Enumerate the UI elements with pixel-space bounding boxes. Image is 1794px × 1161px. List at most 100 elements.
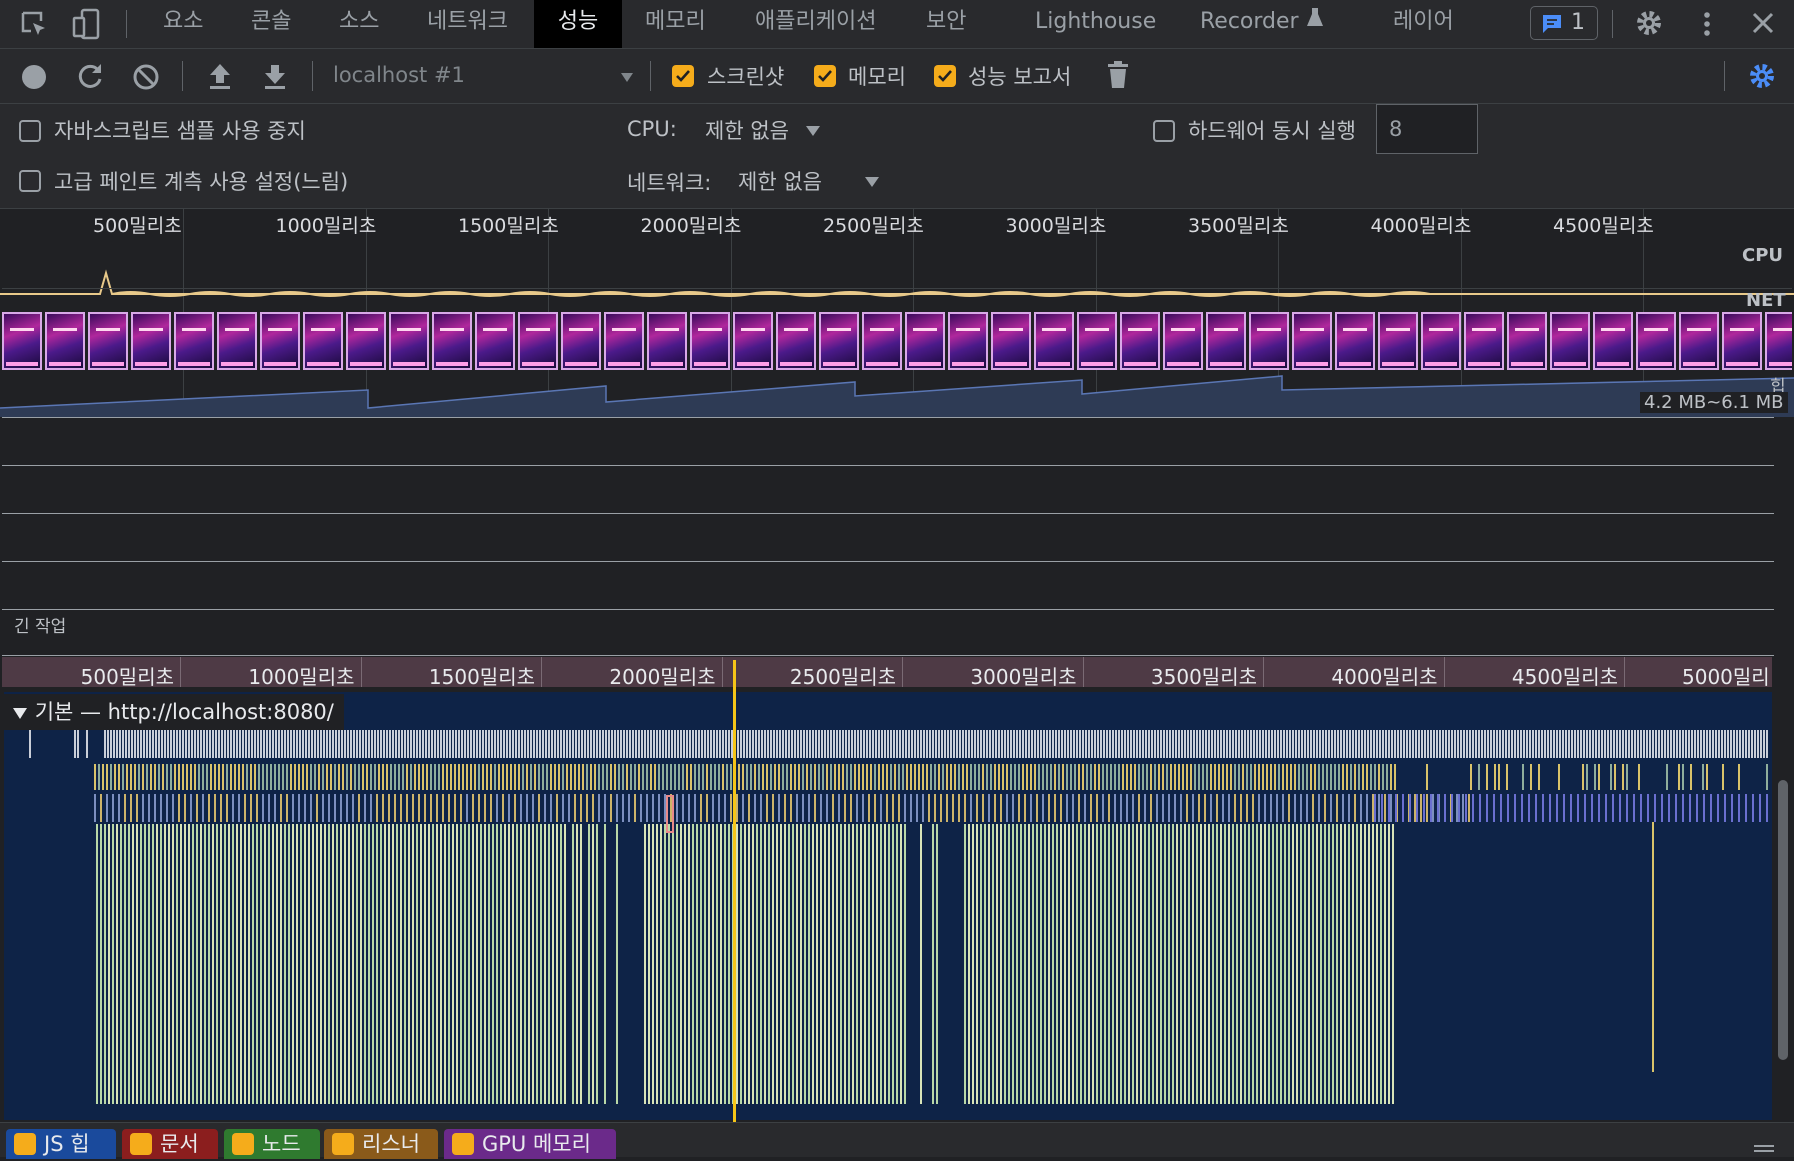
task-bar[interactable] xyxy=(388,824,390,1104)
task-bar[interactable] xyxy=(1312,824,1314,1104)
task-bar[interactable] xyxy=(1306,794,1308,822)
task-bar[interactable] xyxy=(1198,794,1200,822)
task-bar[interactable] xyxy=(683,730,685,758)
main-track-header[interactable]: 기본 — http://localhost:8080/ xyxy=(4,694,344,730)
task-bar[interactable] xyxy=(360,824,362,1104)
task-bar[interactable] xyxy=(482,730,484,758)
task-bar[interactable] xyxy=(314,730,316,758)
task-bar[interactable] xyxy=(706,764,708,790)
task-bar[interactable] xyxy=(110,764,112,790)
task-bar[interactable] xyxy=(1586,730,1588,758)
task-bar[interactable] xyxy=(958,794,960,822)
task-bar[interactable] xyxy=(616,794,618,822)
task-bar[interactable] xyxy=(738,764,740,790)
task-bar[interactable] xyxy=(1292,824,1294,1104)
task-bar[interactable] xyxy=(964,824,966,1104)
task-bar[interactable] xyxy=(172,824,174,1104)
task-bar[interactable] xyxy=(1384,824,1386,1104)
task-bar[interactable] xyxy=(580,794,582,822)
task-bar[interactable] xyxy=(1223,730,1225,758)
task-bar[interactable] xyxy=(560,730,562,758)
task-bar[interactable] xyxy=(1715,730,1717,758)
task-bar[interactable] xyxy=(494,730,496,758)
task-bar[interactable] xyxy=(1294,794,1296,822)
task-bar[interactable] xyxy=(989,730,991,758)
task-bar[interactable] xyxy=(1565,730,1567,758)
task-bar[interactable] xyxy=(862,764,864,790)
task-bar[interactable] xyxy=(377,730,379,758)
task-bar[interactable] xyxy=(378,764,380,790)
task-bar[interactable] xyxy=(113,730,115,758)
screenshot-thumbnail[interactable] xyxy=(819,312,859,370)
task-bar[interactable] xyxy=(1591,794,1593,822)
task-bar[interactable] xyxy=(304,824,306,1104)
task-bar[interactable] xyxy=(1589,730,1591,758)
task-bar[interactable] xyxy=(746,730,748,758)
task-bar[interactable] xyxy=(1382,764,1384,790)
task-bar[interactable] xyxy=(1577,794,1579,822)
task-bar[interactable] xyxy=(1073,730,1075,758)
task-bar[interactable] xyxy=(1682,730,1684,758)
task-bar[interactable] xyxy=(1038,764,1040,790)
task-bar[interactable] xyxy=(984,824,986,1104)
screenshot-thumbnail[interactable] xyxy=(45,312,85,370)
task-bar[interactable] xyxy=(557,730,559,758)
more-options-icon[interactable] xyxy=(1700,10,1714,43)
task-bar[interactable] xyxy=(1675,794,1677,822)
task-bar[interactable] xyxy=(686,764,688,790)
task-bar[interactable] xyxy=(358,794,360,822)
task-bar[interactable] xyxy=(1354,764,1356,790)
task-bar[interactable] xyxy=(1655,730,1657,758)
task-bar[interactable] xyxy=(716,824,718,1104)
task-bar[interactable] xyxy=(1160,824,1162,1104)
task-bar[interactable] xyxy=(958,764,960,790)
task-bar[interactable] xyxy=(569,730,571,758)
task-bar[interactable] xyxy=(1710,794,1712,822)
task-bar[interactable] xyxy=(533,730,535,758)
task-bar[interactable] xyxy=(1072,824,1074,1104)
task-bar[interactable] xyxy=(1685,730,1687,758)
task-bar[interactable] xyxy=(1042,764,1044,790)
task-bar[interactable] xyxy=(1166,764,1168,790)
task-bar[interactable] xyxy=(1689,794,1691,822)
task-bar[interactable] xyxy=(268,794,270,822)
task-bar[interactable] xyxy=(324,824,326,1104)
task-bar[interactable] xyxy=(512,824,514,1104)
task-bar[interactable] xyxy=(893,730,895,758)
task-bar[interactable] xyxy=(1556,730,1558,758)
task-bar[interactable] xyxy=(790,764,792,790)
task-bar[interactable] xyxy=(920,730,922,758)
task-bar[interactable] xyxy=(418,794,420,822)
task-bar[interactable] xyxy=(610,764,612,790)
task-bar[interactable] xyxy=(1395,794,1397,822)
task-bar[interactable] xyxy=(1112,824,1114,1104)
screenshot-thumbnail[interactable] xyxy=(905,312,945,370)
memory-checkbox[interactable] xyxy=(814,65,836,87)
task-bar[interactable] xyxy=(1709,730,1711,758)
task-bar[interactable] xyxy=(1380,824,1382,1104)
task-bar[interactable] xyxy=(1283,730,1285,758)
task-bar[interactable] xyxy=(736,824,738,1104)
task-bar[interactable] xyxy=(380,730,382,758)
task-bar[interactable] xyxy=(328,824,330,1104)
task-bar[interactable] xyxy=(1086,764,1088,790)
task-bar[interactable] xyxy=(1042,794,1044,822)
task-bar[interactable] xyxy=(1074,764,1076,790)
task-bar[interactable] xyxy=(524,824,526,1104)
task-bar[interactable] xyxy=(455,730,457,758)
task-bar[interactable] xyxy=(1115,730,1117,758)
task-bar[interactable] xyxy=(664,824,666,1104)
task-bar[interactable] xyxy=(1082,730,1084,758)
task-bar[interactable] xyxy=(972,824,974,1104)
main-thread-flame-chart[interactable] xyxy=(4,692,1772,1120)
task-bar[interactable] xyxy=(712,824,714,1104)
download-profile-icon[interactable] xyxy=(261,61,289,96)
task-bar[interactable] xyxy=(467,730,469,758)
task-bar[interactable] xyxy=(1384,794,1386,822)
task-bar[interactable] xyxy=(1619,730,1621,758)
task-bar[interactable] xyxy=(1098,764,1100,790)
screenshot-thumbnail[interactable] xyxy=(1722,312,1762,370)
task-bar[interactable] xyxy=(563,730,565,758)
task-bar[interactable] xyxy=(996,824,998,1104)
hw-concurrency-checkbox[interactable] xyxy=(1153,120,1175,142)
